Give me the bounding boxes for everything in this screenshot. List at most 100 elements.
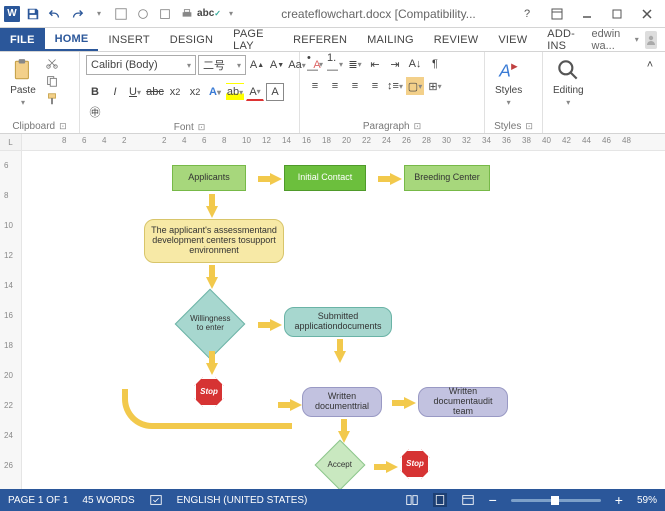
word-logo-icon: W	[4, 6, 20, 22]
arrow-icon	[206, 206, 218, 218]
underline-icon[interactable]: U▾	[126, 83, 144, 101]
web-layout-icon[interactable]	[461, 493, 475, 507]
clipboard-launcher-icon[interactable]: ⊡	[59, 121, 67, 132]
show-hide-icon[interactable]: ¶	[426, 55, 444, 73]
numbering-icon[interactable]: 1.—▾	[326, 55, 344, 73]
undo-icon[interactable]	[46, 5, 64, 23]
save-icon[interactable]	[24, 5, 42, 23]
redo-icon[interactable]	[68, 5, 86, 23]
text-effects-icon[interactable]: A▾	[206, 83, 224, 101]
collapse-ribbon-icon[interactable]: ˄	[641, 56, 659, 74]
maximize-button[interactable]	[603, 4, 631, 24]
paste-button[interactable]: Paste ▾	[6, 55, 40, 109]
status-language[interactable]: ENGLISH (UNITED STATES)	[177, 495, 308, 506]
tab-file[interactable]: FILE	[0, 28, 45, 51]
zoom-thumb[interactable]	[551, 496, 559, 505]
align-center-icon[interactable]: ≡	[326, 77, 344, 95]
tab-design[interactable]: DESIGN	[160, 28, 223, 51]
subscript-icon[interactable]: x2	[166, 83, 184, 101]
strikethrough-icon[interactable]: abc	[146, 83, 164, 101]
styles-button[interactable]: A Styles▾	[491, 55, 526, 109]
decrease-indent-icon[interactable]: ⇤	[366, 55, 384, 73]
character-border-icon[interactable]: A	[266, 83, 284, 101]
cut-icon[interactable]	[44, 55, 60, 71]
qat-dropdown-icon[interactable]: ▾	[222, 5, 240, 23]
enclose-characters-icon[interactable]: ㊥	[86, 103, 104, 121]
ribbon-group-paragraph: • —▾ 1.—▾ ≣▾ ⇤ ⇥ A↓ ¶ ≡ ≡ ≡ ≡ ↕≡▾ ▢▾ ⊞▾ …	[300, 52, 485, 133]
tab-mailings[interactable]: MAILING	[357, 28, 424, 51]
borders-icon[interactable]: ⊞▾	[426, 77, 444, 95]
shape-audit-team[interactable]: Written documentaudit team	[418, 387, 508, 417]
shape-applicants[interactable]: Applicants	[172, 165, 246, 191]
font-launcher-icon[interactable]: ⊡	[198, 122, 206, 133]
shape-willingness[interactable]: Willingness to enter	[175, 289, 246, 360]
shape-submitted[interactable]: Submitted applicationdocuments	[284, 307, 392, 337]
qat-icon-3[interactable]	[156, 5, 174, 23]
font-family-select[interactable]: Calibri (Body)▾	[86, 55, 196, 75]
status-proofing-icon[interactable]	[149, 493, 163, 507]
minimize-button[interactable]	[573, 4, 601, 24]
sort-icon[interactable]: A↓	[406, 55, 424, 73]
line-spacing-icon[interactable]: ↕≡▾	[386, 77, 404, 95]
qat-icon-2[interactable]	[134, 5, 152, 23]
grow-font-icon[interactable]: A▲	[248, 56, 266, 74]
shape-accept[interactable]: Accept	[315, 440, 366, 489]
justify-icon[interactable]: ≡	[366, 77, 384, 95]
title-bar: W ▾ abc✓ ▾ createflowchart.docx [Compati…	[0, 0, 665, 28]
italic-icon[interactable]: I	[106, 83, 124, 101]
font-color-icon[interactable]: A▾	[246, 83, 264, 101]
horizontal-ruler[interactable]: 8642246810121416182022242628303234363840…	[22, 134, 665, 150]
tab-review[interactable]: REVIEW	[424, 28, 489, 51]
tab-addins[interactable]: ADD-INS	[537, 28, 591, 51]
shape-breeding-center[interactable]: Breeding Center	[404, 165, 490, 191]
tab-insert[interactable]: INSERT	[98, 28, 159, 51]
status-words[interactable]: 45 WORDS	[82, 495, 134, 506]
status-page[interactable]: PAGE 1 OF 1	[8, 495, 68, 506]
print-layout-icon[interactable]	[433, 493, 447, 507]
styles-label: Styles	[495, 85, 522, 96]
font-size-select[interactable]: 二号▾	[198, 55, 246, 75]
spellcheck-icon[interactable]: abc✓	[200, 5, 218, 23]
read-mode-icon[interactable]	[405, 493, 419, 507]
align-left-icon[interactable]: ≡	[306, 77, 324, 95]
tab-selector-icon[interactable]: L	[0, 134, 22, 150]
shading-icon[interactable]: ▢▾	[406, 77, 424, 95]
close-button[interactable]	[633, 4, 661, 24]
document-canvas[interactable]: Applicants Initial Contact Breeding Cent…	[22, 151, 665, 489]
tab-references[interactable]: REFEREN	[283, 28, 357, 51]
editing-button[interactable]: Editing▾	[549, 55, 588, 109]
shape-stop-2[interactable]: Stop	[400, 449, 430, 479]
user-account[interactable]: edwin wa... ▾	[592, 28, 665, 51]
shape-initial-contact[interactable]: Initial Contact	[284, 165, 366, 191]
paragraph-launcher-icon[interactable]: ⊡	[414, 121, 422, 132]
increase-indent-icon[interactable]: ⇥	[386, 55, 404, 73]
styles-launcher-icon[interactable]: ⊡	[525, 121, 533, 132]
quick-print-icon[interactable]	[178, 5, 196, 23]
shape-written-trial[interactable]: Written documenttrial	[302, 387, 382, 417]
shrink-font-icon[interactable]: A▼	[268, 56, 286, 74]
ribbon-display-button[interactable]	[543, 4, 571, 24]
multilevel-list-icon[interactable]: ≣▾	[346, 55, 364, 73]
align-right-icon[interactable]: ≡	[346, 77, 364, 95]
tab-home[interactable]: HOME	[45, 28, 99, 51]
zoom-level[interactable]: 59%	[637, 495, 657, 506]
document-title: createflowchart.docx [Compatibility...	[244, 7, 513, 21]
bold-icon[interactable]: B	[86, 83, 104, 101]
qat-more-icon[interactable]: ▾	[90, 5, 108, 23]
svg-text:A: A	[498, 61, 511, 81]
shape-assessment[interactable]: The applicant's assessmentand developmen…	[144, 219, 284, 263]
highlight-icon[interactable]: ab▾	[226, 83, 244, 101]
help-button[interactable]: ?	[513, 4, 541, 24]
arrow-icon	[270, 319, 282, 331]
tab-view[interactable]: VIEW	[488, 28, 537, 51]
vertical-ruler[interactable]: 68101214161820222426	[0, 151, 22, 489]
superscript-icon[interactable]: x2	[186, 83, 204, 101]
tab-page-layout[interactable]: PAGE LAY	[223, 28, 283, 51]
copy-icon[interactable]	[44, 73, 60, 89]
qat-icon-1[interactable]	[112, 5, 130, 23]
format-painter-icon[interactable]	[44, 91, 60, 107]
zoom-out-button[interactable]: −	[489, 492, 497, 508]
bullets-icon[interactable]: • —▾	[306, 55, 324, 73]
zoom-in-button[interactable]: +	[615, 492, 623, 508]
zoom-slider[interactable]	[511, 499, 601, 502]
